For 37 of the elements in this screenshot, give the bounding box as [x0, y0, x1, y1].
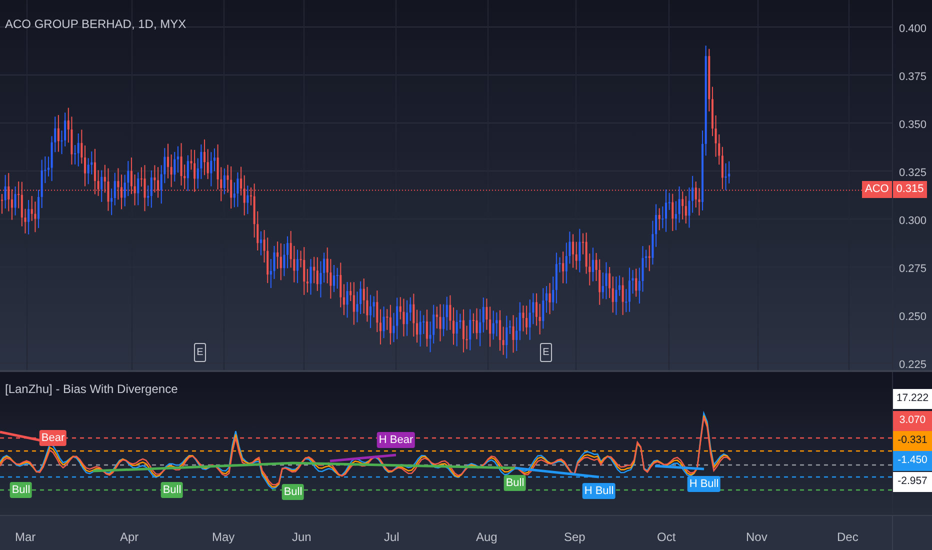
time-tick: Aug — [476, 529, 498, 546]
price-tick: 0.250 — [899, 310, 927, 325]
price-tick: 0.350 — [899, 118, 927, 133]
divergence-label: Bear — [39, 430, 67, 446]
divergence-label: Bull — [282, 484, 304, 500]
divergence-label: Bull — [504, 475, 526, 491]
time-tick: Oct — [657, 529, 676, 546]
time-tick: Sep — [564, 529, 586, 546]
chart-title: ACO GROUP BERHAD, 1D, MYX — [5, 16, 186, 33]
time-tick: May — [212, 529, 235, 546]
indicator-value-label: -2.957 — [893, 472, 932, 492]
time-tick: Jun — [292, 529, 312, 546]
earnings-marker[interactable]: E — [540, 343, 552, 362]
indicator-value-label: 3.070 — [893, 411, 932, 431]
indicator-value-label: -1.450 — [893, 451, 932, 471]
indicator-value-label: 17.222 — [893, 389, 932, 409]
time-tick: Dec — [837, 529, 858, 546]
divergence-label: H Bear — [376, 432, 416, 448]
indicator-title: [LanZhu] - Bias With Divergence — [5, 381, 178, 398]
indicator-value-label: -0.331 — [893, 431, 932, 451]
divergence-label: Bull — [10, 482, 32, 498]
earnings-marker[interactable]: E — [194, 343, 206, 362]
divergence-label: H Bull — [582, 483, 616, 499]
time-tick: Jul — [384, 529, 400, 546]
divergence-label: H Bull — [687, 476, 721, 492]
price-tick: 0.375 — [899, 70, 927, 85]
price-tick: 0.300 — [899, 214, 927, 229]
time-tick: Mar — [15, 529, 36, 546]
price-tick: 0.400 — [899, 22, 927, 37]
symbol-label: ACO — [862, 181, 892, 198]
price-tick: 0.325 — [899, 166, 927, 181]
divergence-label: Bull — [160, 482, 184, 498]
time-tick: Apr — [120, 529, 139, 546]
time-tick: Nov — [746, 529, 768, 546]
price-tick: 0.225 — [899, 358, 927, 373]
price-tick: 0.275 — [899, 262, 927, 277]
last-price-label: 0.315 — [893, 181, 927, 198]
